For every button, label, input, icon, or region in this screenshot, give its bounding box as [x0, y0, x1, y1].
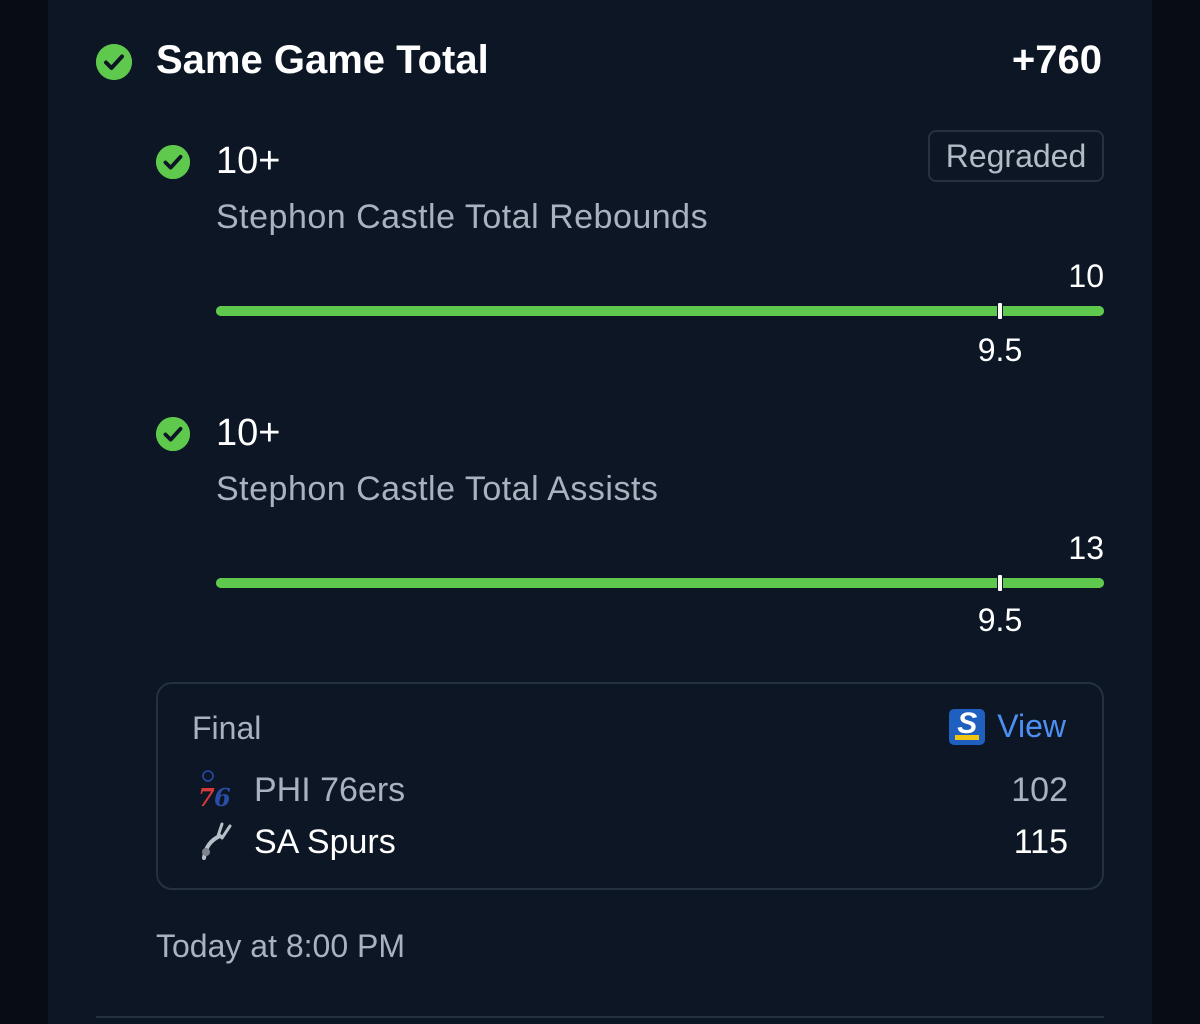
leg-progress-fill — [216, 578, 1104, 588]
bet-odds: +760 — [1011, 38, 1102, 82]
leg-progress-fill — [216, 306, 1104, 316]
team-row: 7 6 PHI 76ers 102 — [196, 768, 1068, 812]
bet-title: Same Game Total — [156, 38, 489, 82]
bet-timestamp: Today at 8:00 PM — [156, 928, 406, 964]
team-name: PHI 76ers — [254, 770, 406, 809]
leg-market: Stephon Castle Total Assists — [216, 470, 659, 508]
view-link-label: View — [997, 708, 1066, 744]
scoreboard-app-icon: S — [949, 708, 986, 745]
team-score: 115 — [1013, 822, 1068, 861]
regraded-badge: Regraded — [928, 130, 1104, 182]
leg-progress-bar — [216, 578, 1104, 588]
spurs-logo-icon — [196, 822, 236, 862]
svg-text:6: 6 — [214, 783, 231, 810]
game-score-box: Final S View 7 6 PHI 76ers 102 SA Spurs — [156, 682, 1104, 890]
check-circle-icon — [96, 44, 132, 80]
76ers-logo-icon: 7 6 — [196, 770, 236, 812]
leg-progress-bar — [216, 306, 1104, 316]
leg-actual-value: 13 — [1068, 530, 1104, 566]
threshold-marker — [997, 574, 1003, 592]
leg-line: 10+ — [216, 412, 281, 454]
leg-threshold: 9.5 — [977, 332, 1023, 368]
team-name: SA Spurs — [254, 822, 396, 861]
threshold-marker — [997, 302, 1003, 320]
leg-threshold: 9.5 — [977, 602, 1023, 638]
check-circle-icon — [156, 145, 190, 179]
svg-text:7: 7 — [198, 783, 215, 810]
leg-line: 10+ — [216, 140, 281, 182]
divider — [96, 1016, 1104, 1018]
team-row: SA Spurs 115 — [196, 820, 1068, 864]
leg-market: Stephon Castle Total Rebounds — [216, 198, 709, 236]
view-game-button[interactable]: S View — [949, 708, 1066, 745]
leg-actual-value: 10 — [1068, 258, 1104, 294]
game-status: Final — [192, 710, 262, 746]
team-score: 102 — [1011, 770, 1068, 809]
check-circle-icon — [156, 417, 190, 451]
